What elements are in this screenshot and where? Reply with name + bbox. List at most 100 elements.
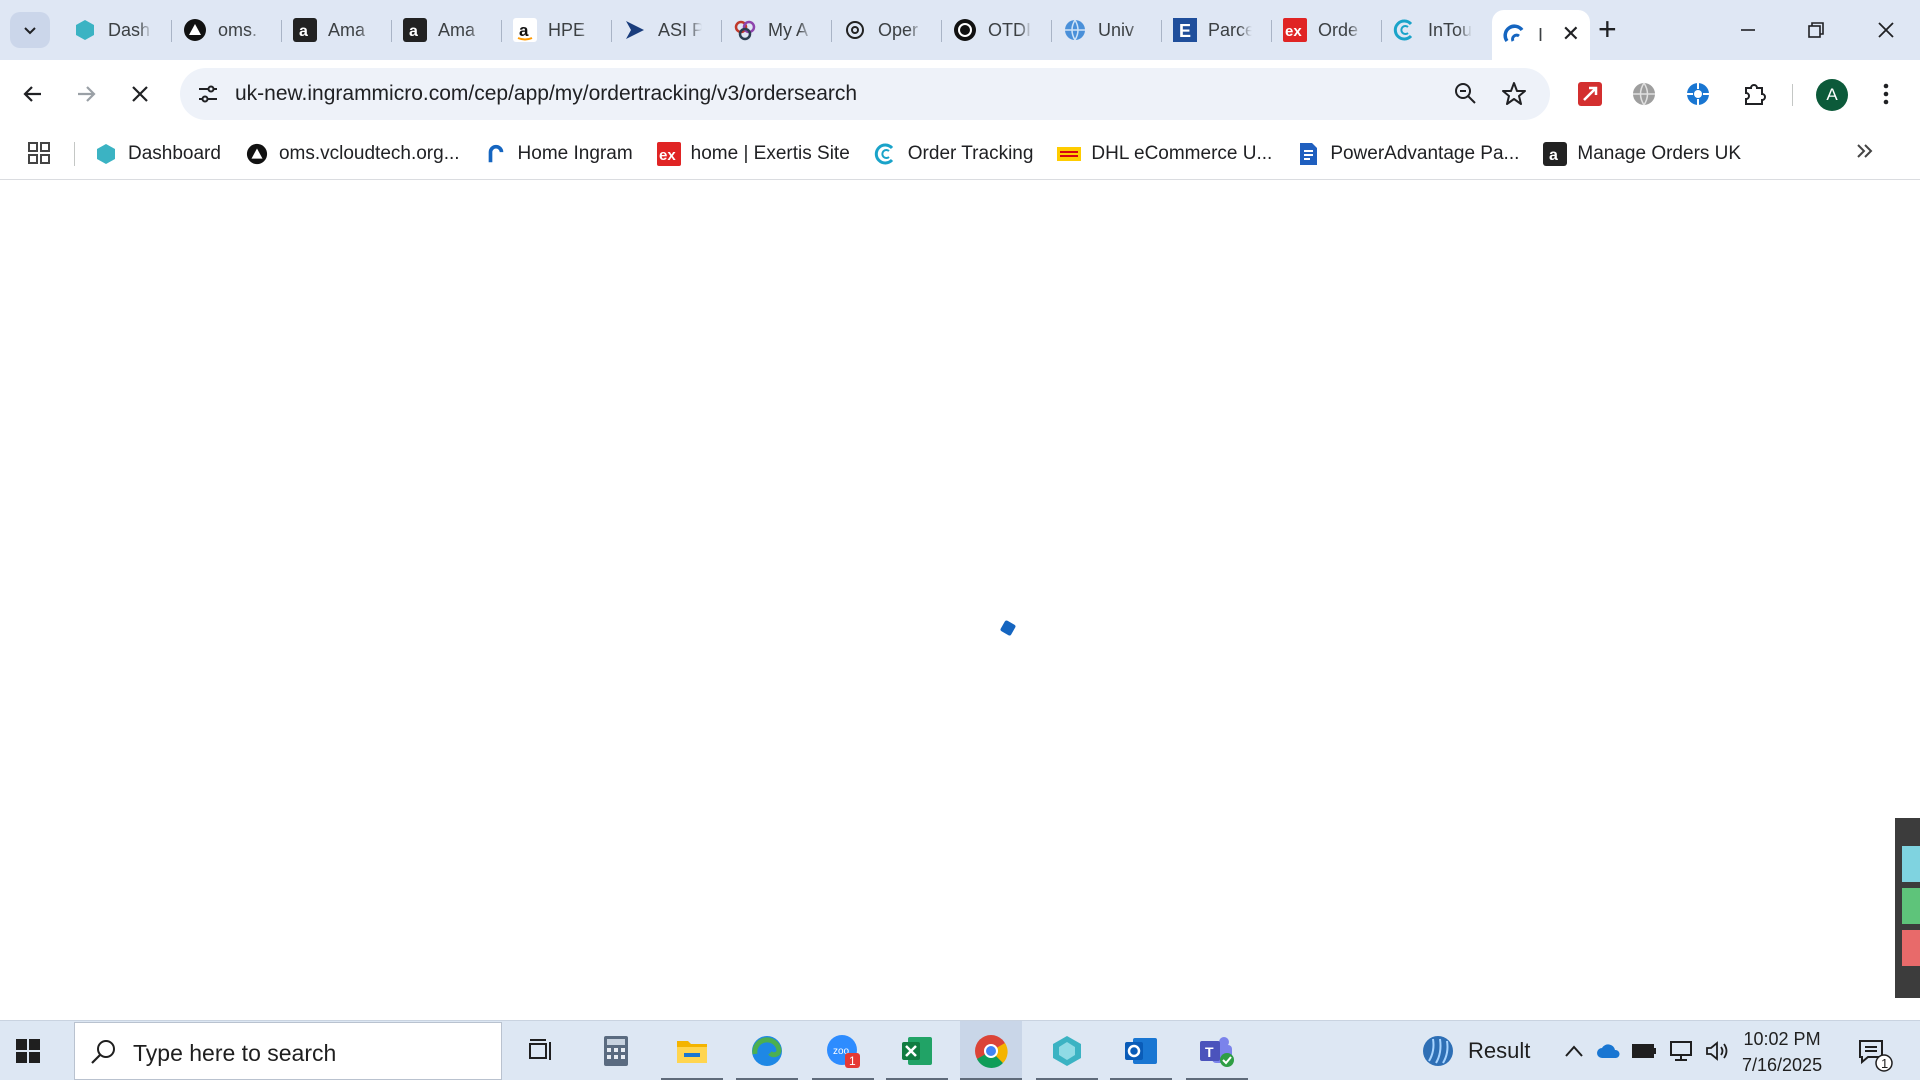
zoom-app[interactable]: zoo 1 <box>812 1021 874 1080</box>
tab-search-button[interactable] <box>10 12 50 48</box>
tray-result-widget[interactable]: Result <box>1420 1033 1530 1069</box>
globe-extension-icon[interactable] <box>1626 76 1662 112</box>
minimize-button[interactable] <box>1718 10 1778 50</box>
triangle-circle-icon <box>182 17 208 43</box>
bookmark-star-icon[interactable] <box>1500 80 1528 113</box>
bookmark-label: home | Exertis Site <box>690 143 850 164</box>
side-widget[interactable] <box>1895 818 1920 998</box>
restore-button[interactable] <box>1786 10 1846 50</box>
bookmark-dashboard[interactable]: Dashboard <box>94 142 221 166</box>
tab-asi[interactable]: ASI P <box>612 10 722 50</box>
amazon-small-icon: a <box>512 17 538 43</box>
file-explorer-app[interactable] <box>661 1021 723 1080</box>
calculator-app[interactable] <box>585 1021 647 1080</box>
more-bookmarks-icon[interactable] <box>1854 140 1876 169</box>
network-icon[interactable] <box>1668 1039 1694 1063</box>
bookmark-poweradvantage[interactable]: PowerAdvantage Pa... <box>1296 142 1519 166</box>
bookmarks-bar: Dashboard oms.vcloudtech.org... Home Ing… <box>0 128 1920 180</box>
search-icon <box>89 1037 119 1072</box>
task-view-button[interactable] <box>510 1021 572 1080</box>
chrome-app[interactable] <box>960 1021 1022 1080</box>
bookmark-label: Order Tracking <box>907 143 1034 164</box>
stop-loading-button[interactable] <box>120 74 160 114</box>
address-bar[interactable]: uk-new.ingrammicro.com/cep/app/my/ordert… <box>180 68 1550 120</box>
svg-text:ex: ex <box>1285 23 1302 40</box>
acrobat-extension-icon[interactable] <box>1572 76 1608 112</box>
browser-menu-icon[interactable] <box>1868 76 1904 112</box>
zoom-icon[interactable] <box>1452 80 1480 113</box>
openai-dark-icon <box>952 17 978 43</box>
tab-label: oms. <box>218 19 258 40</box>
rings-icon <box>732 17 758 43</box>
tab-my-a[interactable]: My A <box>722 10 832 50</box>
bookmark-dhl[interactable]: DHL eCommerce U... <box>1057 142 1272 166</box>
tab-label: Ama <box>328 19 366 40</box>
ingram-icon <box>1502 22 1528 48</box>
close-window-button[interactable] <box>1856 10 1916 50</box>
hexagon-icon <box>94 142 118 166</box>
site-settings-icon[interactable] <box>194 80 222 113</box>
extensions-puzzle-icon[interactable] <box>1736 76 1772 112</box>
tab-amazon-2[interactable]: a Ama <box>392 10 502 50</box>
blue-extension-icon[interactable] <box>1680 76 1716 112</box>
bookmark-label: PowerAdvantage Pa... <box>1330 143 1520 164</box>
amazon-icon: a <box>1543 142 1568 166</box>
task-view-icon <box>529 1039 551 1060</box>
teams-app[interactable]: T <box>1186 1021 1248 1080</box>
back-button[interactable] <box>13 74 53 114</box>
page-content <box>0 181 1920 1020</box>
edge-app[interactable] <box>736 1021 798 1080</box>
clock-time: 10:02 PM <box>1743 1029 1821 1049</box>
tab-label: My A <box>768 19 809 40</box>
notification-center-button[interactable]: 1 <box>1856 1037 1896 1078</box>
zoom-badge: 1 <box>849 1054 856 1068</box>
tab-amazon-1[interactable]: a Ama <box>282 10 392 50</box>
bookmark-order-tracking[interactable]: Order Tracking <box>874 142 1034 166</box>
forward-button[interactable] <box>66 74 106 114</box>
hexagon-icon <box>1053 1036 1081 1066</box>
tab-openai[interactable]: Oper <box>832 10 942 50</box>
restore-icon <box>1808 22 1824 38</box>
bookmark-label: oms.vcloudtech.org... <box>278 143 460 164</box>
new-tab-button[interactable]: + <box>1598 13 1617 45</box>
windows-start-icon[interactable] <box>14 1037 42 1070</box>
tab-label: ASI P <box>658 19 702 40</box>
bookmark-exertis[interactable]: ex home | Exertis Site <box>656 142 850 166</box>
apps-grid-icon[interactable] <box>26 140 52 171</box>
profile-avatar[interactable]: A <box>1816 79 1848 111</box>
battery-icon[interactable] <box>1632 1039 1658 1063</box>
tab-list: Dash oms. a Ama a Ama a HPE ASI P My A O… <box>62 10 1590 60</box>
taskbar-clock[interactable]: 10:02 PM 7/16/2025 <box>1742 1026 1822 1078</box>
close-icon <box>1878 22 1894 38</box>
tab-parcel[interactable]: E Parce <box>1162 10 1272 50</box>
outlook-app[interactable] <box>1110 1021 1172 1080</box>
minimize-icon <box>1741 29 1755 31</box>
letter-e-icon: E <box>1172 17 1198 43</box>
tab-univ[interactable]: Univ <box>1052 10 1162 50</box>
taskbar-search-box[interactable]: Type here to search <box>74 1022 502 1080</box>
tab-intouch[interactable]: InTou <box>1382 10 1492 50</box>
tab-hpe[interactable]: a HPE <box>502 10 612 50</box>
tab-dashboard[interactable]: Dash <box>62 10 172 50</box>
svg-text:a: a <box>519 21 529 40</box>
bookmark-home-ingram[interactable]: Home Ingram <box>484 142 633 166</box>
tab-label: Dash <box>108 19 151 40</box>
close-icon <box>132 86 148 102</box>
url-text[interactable]: uk-new.ingrammicro.com/cep/app/my/ordert… <box>235 82 857 106</box>
excel-app[interactable] <box>886 1021 948 1080</box>
close-tab-icon[interactable]: ✕ <box>1562 21 1580 47</box>
tab-ingram-active[interactable]: I ✕ <box>1492 10 1590 60</box>
bookmark-oms[interactable]: oms.vcloudtech.org... <box>245 142 460 166</box>
tab-order[interactable]: ex Orde <box>1272 10 1382 50</box>
hexagon-app[interactable] <box>1036 1021 1098 1080</box>
tab-label: Univ <box>1098 19 1135 40</box>
tab-label: Parce <box>1208 19 1252 40</box>
tab-otdi[interactable]: OTDI <box>942 10 1052 50</box>
tab-oms[interactable]: oms. <box>172 10 282 50</box>
chevron-up-icon <box>1565 1045 1583 1057</box>
notification-icon: 1 <box>1859 1040 1893 1072</box>
show-hidden-icons-button[interactable] <box>1561 1039 1587 1063</box>
volume-icon[interactable] <box>1704 1039 1730 1063</box>
onedrive-icon[interactable] <box>1596 1039 1622 1063</box>
bookmark-manage-orders[interactable]: a Manage Orders UK <box>1543 142 1741 166</box>
